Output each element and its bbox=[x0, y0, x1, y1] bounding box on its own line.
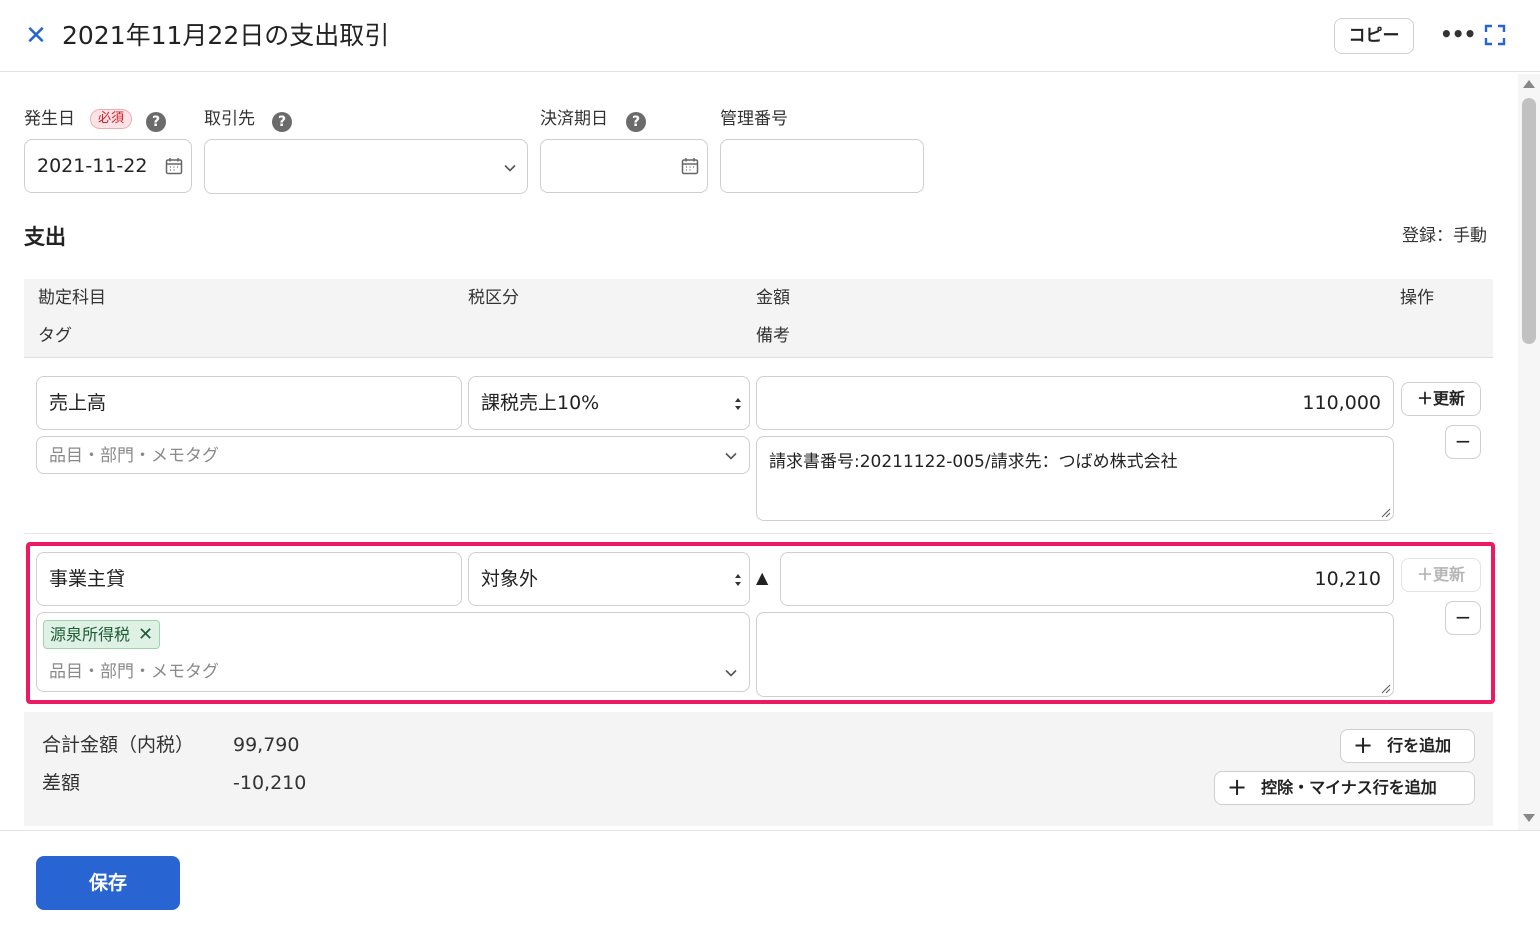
amount-input[interactable]: 110,000 bbox=[756, 376, 1394, 430]
column-header-operation: 操作 bbox=[1400, 288, 1434, 308]
row-divider bbox=[24, 533, 1493, 534]
add-row-label: 行を追加 bbox=[1387, 736, 1452, 755]
partner-label: 取引先 bbox=[204, 109, 255, 129]
diff-label: 差額 bbox=[42, 772, 81, 794]
resize-handle-icon[interactable] bbox=[1379, 506, 1391, 518]
calendar-icon[interactable] bbox=[681, 157, 699, 175]
column-header-account: 勘定科目 bbox=[38, 288, 106, 308]
date-field[interactable]: 2021-11-22 bbox=[24, 139, 192, 193]
highlight-frame bbox=[26, 542, 1495, 704]
remove-row-button[interactable]: − bbox=[1445, 425, 1481, 459]
tax-select[interactable]: 課税売上10% bbox=[468, 376, 750, 430]
due-date-field[interactable] bbox=[540, 139, 708, 193]
register-mode: 登録：手動 bbox=[1402, 226, 1487, 246]
date-label: 発生日 bbox=[24, 109, 75, 129]
plus-icon: + bbox=[1353, 731, 1374, 759]
account-value: 売上高 bbox=[49, 392, 107, 414]
scrollbar-thumb[interactable] bbox=[1522, 98, 1536, 344]
date-value: 2021-11-22 bbox=[37, 155, 148, 177]
memo-textarea[interactable]: 請求書番号:20211122-005/請求先：つばめ株式会社 bbox=[756, 436, 1394, 521]
calendar-icon[interactable] bbox=[165, 157, 183, 175]
column-header-tax: 税区分 bbox=[468, 288, 519, 308]
total-label: 合計金額（内税） bbox=[42, 734, 195, 756]
update-button[interactable]: ＋更新 bbox=[1401, 382, 1481, 416]
page-title: 2021年11月22日の支出取引 bbox=[62, 21, 390, 50]
chevron-down-icon bbox=[725, 452, 737, 460]
vertical-scrollbar[interactable] bbox=[1518, 74, 1540, 830]
section-title: 支出 bbox=[24, 225, 66, 249]
amount-value: 110,000 bbox=[1302, 392, 1381, 414]
required-badge: 必須 bbox=[90, 109, 133, 129]
diff-value: -10,210 bbox=[233, 772, 307, 794]
dialog-header: ✕ 2021年11月22日の支出取引 コピー ••• bbox=[0, 0, 1540, 72]
add-deduction-label: 控除・マイナス行を追加 bbox=[1261, 778, 1437, 797]
select-arrows-icon bbox=[735, 398, 741, 410]
account-input[interactable]: 売上高 bbox=[36, 376, 462, 430]
add-deduction-row-button[interactable]: + 控除・マイナス行を追加 bbox=[1214, 771, 1475, 805]
scroll-up-arrow-icon[interactable] bbox=[1523, 80, 1535, 88]
tag-placeholder: 品目・部門・メモタグ bbox=[49, 446, 219, 466]
tax-value: 課税売上10% bbox=[481, 392, 600, 414]
manage-number-label: 管理番号 bbox=[720, 109, 788, 129]
partner-select[interactable] bbox=[204, 139, 528, 194]
add-row-button[interactable]: + 行を追加 bbox=[1340, 729, 1475, 763]
manage-number-input[interactable] bbox=[720, 139, 924, 193]
column-header-tag: タグ bbox=[38, 326, 72, 346]
plus-icon: + bbox=[1227, 773, 1248, 801]
summary-panel: 合計金額（内税） 99,790 差額 -10,210 + 行を追加 + 控除・マイナ… bbox=[24, 712, 1493, 826]
column-header-memo: 備考 bbox=[756, 326, 790, 346]
copy-button[interactable]: コピー bbox=[1334, 18, 1414, 54]
chevron-down-icon bbox=[504, 164, 516, 172]
more-icon[interactable]: ••• bbox=[1440, 22, 1476, 50]
total-value: 99,790 bbox=[233, 734, 300, 756]
help-icon[interactable]: ? bbox=[626, 112, 646, 132]
footer-bar: 保存 bbox=[0, 830, 1540, 936]
close-icon[interactable]: ✕ bbox=[22, 20, 50, 52]
tag-select[interactable]: 品目・部門・メモタグ bbox=[36, 436, 750, 474]
help-icon[interactable]: ? bbox=[146, 112, 166, 132]
table-header: 勘定科目 税区分 金額 操作 タグ 備考 bbox=[24, 279, 1493, 358]
save-button[interactable]: 保存 bbox=[36, 856, 180, 910]
column-header-amount: 金額 bbox=[756, 288, 790, 308]
fullscreen-icon[interactable] bbox=[1484, 24, 1506, 46]
memo-value: 請求書番号:20211122-005/請求先：つばめ株式会社 bbox=[769, 452, 1178, 472]
due-date-label: 決済期日 bbox=[540, 109, 608, 129]
scroll-down-arrow-icon[interactable] bbox=[1523, 814, 1535, 822]
help-icon[interactable]: ? bbox=[272, 112, 292, 132]
